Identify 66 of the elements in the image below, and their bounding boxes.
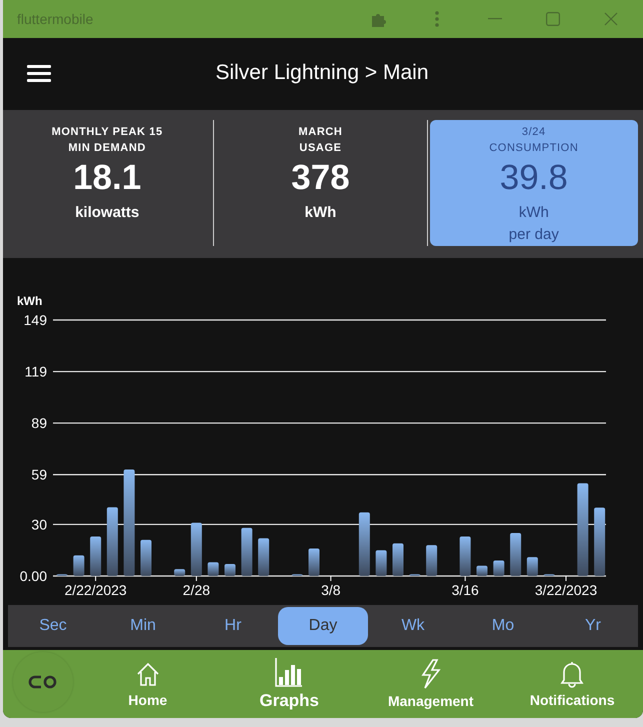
period-tab[interactable]: Wk [368, 607, 458, 645]
bar [493, 560, 504, 576]
x-tick-label: 3/22/2023 [534, 582, 598, 598]
bar [594, 508, 606, 576]
bar [208, 562, 219, 576]
stat-card[interactable]: MONTHLY PEAK 15 MIN DEMAND 18.1 kilowatts [3, 120, 212, 246]
lightning-icon [420, 659, 442, 689]
bar [106, 507, 118, 576]
x-tick-label: 2/22/2023 [64, 582, 127, 598]
stat-label: MONTHLY PEAK 15 MIN DEMAND [52, 125, 163, 156]
x-tick-label: 3/16 [452, 582, 479, 598]
minimize-icon[interactable] [488, 18, 502, 20]
bar [190, 522, 202, 576]
stat-unit: kilowatts [75, 203, 140, 223]
loop-icon [27, 674, 59, 690]
bar [510, 533, 522, 576]
stat-value: 378 [291, 158, 350, 198]
period-tab[interactable]: Yr [548, 607, 638, 645]
maximize-icon[interactable] [546, 12, 560, 26]
bar [358, 512, 370, 576]
bar [258, 538, 270, 576]
y-tick-label: 0.00 [20, 568, 47, 584]
stat-label: MARCH USAGE [298, 125, 342, 156]
bell-icon [559, 660, 586, 688]
bar [426, 545, 438, 576]
bar [392, 543, 404, 576]
period-tab[interactable]: Sec [8, 607, 98, 645]
y-tick-label: 119 [24, 364, 47, 380]
bar [241, 528, 252, 576]
y-tick-label: 30 [31, 516, 47, 532]
bar [476, 566, 488, 576]
bar [224, 564, 236, 576]
bar [73, 555, 84, 576]
menu-icon[interactable] [27, 63, 53, 83]
bar [460, 536, 471, 576]
y-tick-label: 59 [31, 466, 47, 483]
stat-value: 18.1 [73, 158, 142, 198]
bar [174, 569, 186, 576]
x-tick-label: 2/28 [182, 582, 210, 598]
more-icon[interactable] [435, 11, 439, 27]
nav-label[interactable]: Home [128, 692, 168, 708]
bar [376, 550, 387, 576]
bar-chart-icon [275, 657, 304, 687]
bar [90, 536, 102, 576]
bar [140, 540, 152, 576]
y-tick-label: 89 [31, 415, 47, 432]
period-tab[interactable]: Day [278, 607, 368, 645]
bar [308, 548, 320, 576]
stat-value: 39.8 [500, 158, 568, 198]
axis-unit: kWh [17, 294, 42, 308]
stat-unit: kWh [304, 203, 336, 223]
nav-label[interactable]: Management [388, 693, 474, 709]
y-tick-label: 149 [24, 312, 47, 328]
x-tick-label: 3/8 [321, 582, 341, 598]
stat-card[interactable]: 3/24 CONSUMPTION 39.8 kWh per day [430, 120, 638, 246]
period-tab[interactable]: Mo [458, 607, 548, 645]
stat-card[interactable]: MARCH USAGE 378 kWh [216, 120, 425, 246]
nav-label[interactable]: Notifications [530, 692, 615, 708]
app-title: Silver Lightning > Main [214, 61, 430, 85]
stat-unit: kWh per day [508, 203, 559, 245]
nav-label[interactable]: Graphs [259, 691, 320, 711]
bar [526, 557, 538, 576]
period-tab[interactable]: Hr [188, 607, 278, 645]
close-icon[interactable] [604, 12, 618, 26]
period-tab[interactable]: Min [98, 607, 188, 645]
stat-label: 3/24 CONSUMPTION [489, 125, 578, 156]
